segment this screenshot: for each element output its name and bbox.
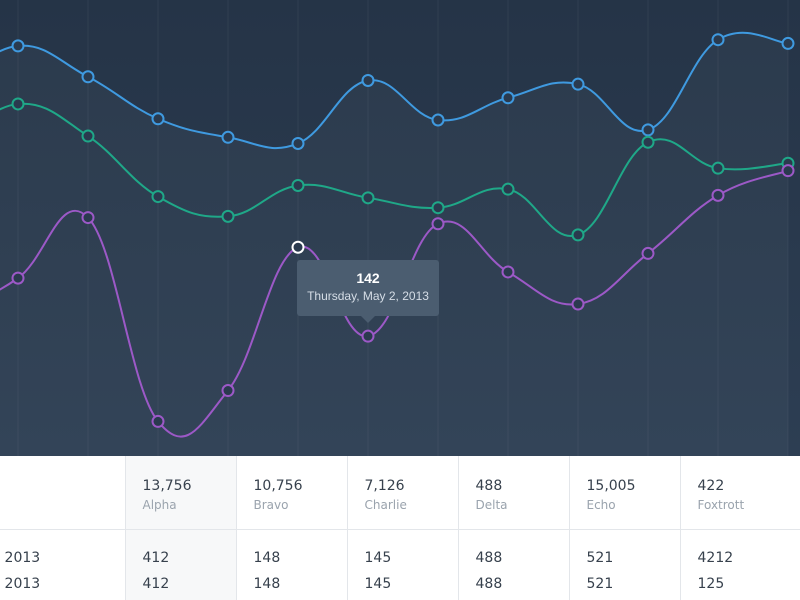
series-a-point[interactable] — [431, 113, 445, 127]
series-a-point[interactable] — [221, 130, 235, 144]
active-data-point[interactable] — [291, 240, 305, 254]
table-row: y 3, 2013 412 148 145 488 521 125 — [0, 568, 800, 600]
table-cell: 488 — [458, 568, 570, 600]
row-date-cell: y 2, 2013 — [0, 529, 126, 568]
series-b-point[interactable] — [81, 129, 95, 143]
series-c-point[interactable] — [641, 246, 655, 260]
series-a-point[interactable] — [361, 73, 375, 87]
table-cell: 148 — [236, 568, 348, 600]
series-a-point[interactable] — [11, 39, 25, 53]
table-cell: 521 — [569, 529, 681, 568]
summary-value: 13,756 — [142, 478, 192, 494]
series-b-point[interactable] — [501, 182, 515, 196]
table-cell: 145 — [347, 568, 459, 600]
series-b-point[interactable] — [11, 97, 25, 111]
series-a-point[interactable] — [151, 112, 165, 126]
series-a-point[interactable] — [501, 91, 515, 105]
series-b-point[interactable] — [711, 161, 725, 175]
series-c-point[interactable] — [781, 164, 795, 178]
series-a-point[interactable] — [571, 77, 585, 91]
tooltip-date: Thursday, May 2, 2013 — [307, 289, 429, 303]
series-name: Bravo — [253, 498, 289, 512]
series-b-point[interactable] — [291, 178, 305, 192]
data-table: ew 13,756 Alpha 10,756 Bravo 7,126 Charl… — [0, 456, 800, 600]
table-cell: 145 — [347, 529, 459, 568]
series-b-point[interactable] — [221, 209, 235, 223]
series-c-point[interactable] — [151, 414, 165, 428]
summary-cell-bravo[interactable]: 10,756 Bravo — [236, 456, 348, 530]
summary-cell-echo[interactable]: 15,005 Echo — [569, 456, 681, 530]
row-date: y 3, 2013 — [0, 576, 41, 592]
series-name: Echo — [586, 498, 616, 512]
table-cell: 412 — [125, 529, 237, 568]
series-a-point[interactable] — [291, 136, 305, 150]
series-name: Delta — [475, 498, 508, 512]
series-c-point[interactable] — [501, 265, 515, 279]
table-cell: 521 — [569, 568, 681, 600]
series-b-point[interactable] — [361, 191, 375, 205]
summary-cell-alpha[interactable]: 13,756 Alpha — [125, 456, 237, 530]
summary-value: 10,756 — [253, 478, 303, 494]
series-a-point[interactable] — [781, 36, 795, 50]
table-row: y 2, 2013 412 148 145 488 521 4212 — [0, 529, 800, 568]
series-c-point[interactable] — [221, 384, 235, 398]
chart-tooltip: 142 Thursday, May 2, 2013 — [297, 260, 439, 323]
tooltip-value: 142 — [356, 270, 380, 286]
line-chart-panel: 142 Thursday, May 2, 2013 — [0, 0, 800, 456]
summary-cell-foxtrott[interactable]: 422 Foxtrott — [680, 456, 800, 530]
summary-cell-delta[interactable]: 488 Delta — [458, 456, 570, 530]
series-b-point[interactable] — [151, 190, 165, 204]
series-c-point[interactable] — [81, 211, 95, 225]
summary-value: 15,005 — [586, 478, 636, 494]
series-name: Alpha — [142, 498, 177, 512]
row-date-cell: y 3, 2013 — [0, 568, 126, 600]
summary-cell-charlie[interactable]: 7,126 Charlie — [347, 456, 459, 530]
series-c-point[interactable] — [711, 188, 725, 202]
series-a-point[interactable] — [641, 123, 655, 137]
summary-row: ew 13,756 Alpha 10,756 Bravo 7,126 Charl… — [0, 456, 800, 530]
table-cell: 488 — [458, 529, 570, 568]
series-b-point[interactable] — [571, 228, 585, 242]
table-cell: 148 — [236, 529, 348, 568]
table-header-cell: ew — [0, 456, 126, 530]
summary-value: 7,126 — [364, 478, 405, 494]
series-a-point[interactable] — [81, 70, 95, 84]
summary-value: 422 — [697, 478, 725, 494]
series-c-point[interactable] — [431, 217, 445, 231]
table-cell: 412 — [125, 568, 237, 600]
table-cell: 125 — [697, 576, 725, 592]
series-b-point[interactable] — [641, 135, 655, 149]
series-a-point[interactable] — [711, 33, 725, 47]
line-chart — [0, 0, 795, 456]
series-name: Foxtrott — [697, 498, 745, 512]
series-c-point[interactable] — [11, 271, 25, 285]
series-b-point[interactable] — [431, 201, 445, 215]
row-date: y 2, 2013 — [0, 550, 41, 566]
series-c-point[interactable] — [361, 329, 375, 343]
series-c-point[interactable] — [571, 297, 585, 311]
table-cell: 4212 — [697, 550, 734, 566]
summary-value: 488 — [475, 478, 503, 494]
series-name: Charlie — [364, 498, 407, 512]
